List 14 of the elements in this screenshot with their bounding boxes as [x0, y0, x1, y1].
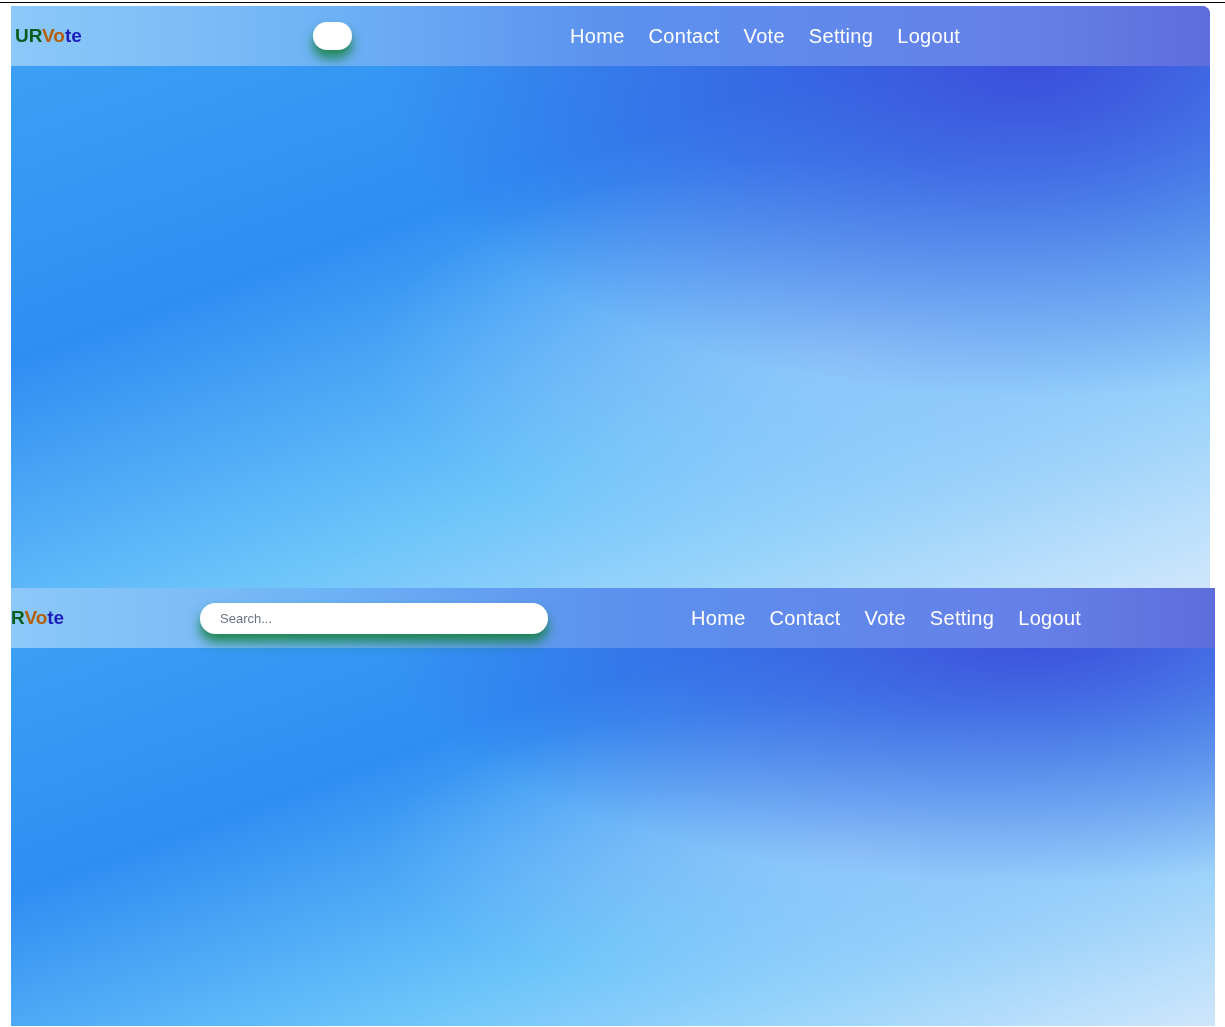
nav-link[interactable]: Vote	[743, 21, 785, 51]
nav-link[interactable]: Setting	[808, 21, 874, 51]
nav-link[interactable]: Home	[691, 603, 746, 633]
nav-link[interactable]: Home	[570, 21, 625, 51]
nav-link[interactable]: Contact	[648, 21, 720, 51]
logo-text: URVote	[14, 23, 83, 48]
nav-link[interactable]: Contact	[769, 603, 841, 633]
nav-link[interactable]: Logout	[1018, 603, 1082, 633]
search-field[interactable]	[313, 22, 352, 50]
nav-link[interactable]: Setting	[929, 603, 995, 633]
nav-link[interactable]: Logout	[897, 21, 961, 51]
nav-link[interactable]: Vote	[864, 603, 906, 633]
logo-text: RVote	[11, 605, 66, 630]
search-field[interactable]: Search...	[200, 602, 548, 634]
